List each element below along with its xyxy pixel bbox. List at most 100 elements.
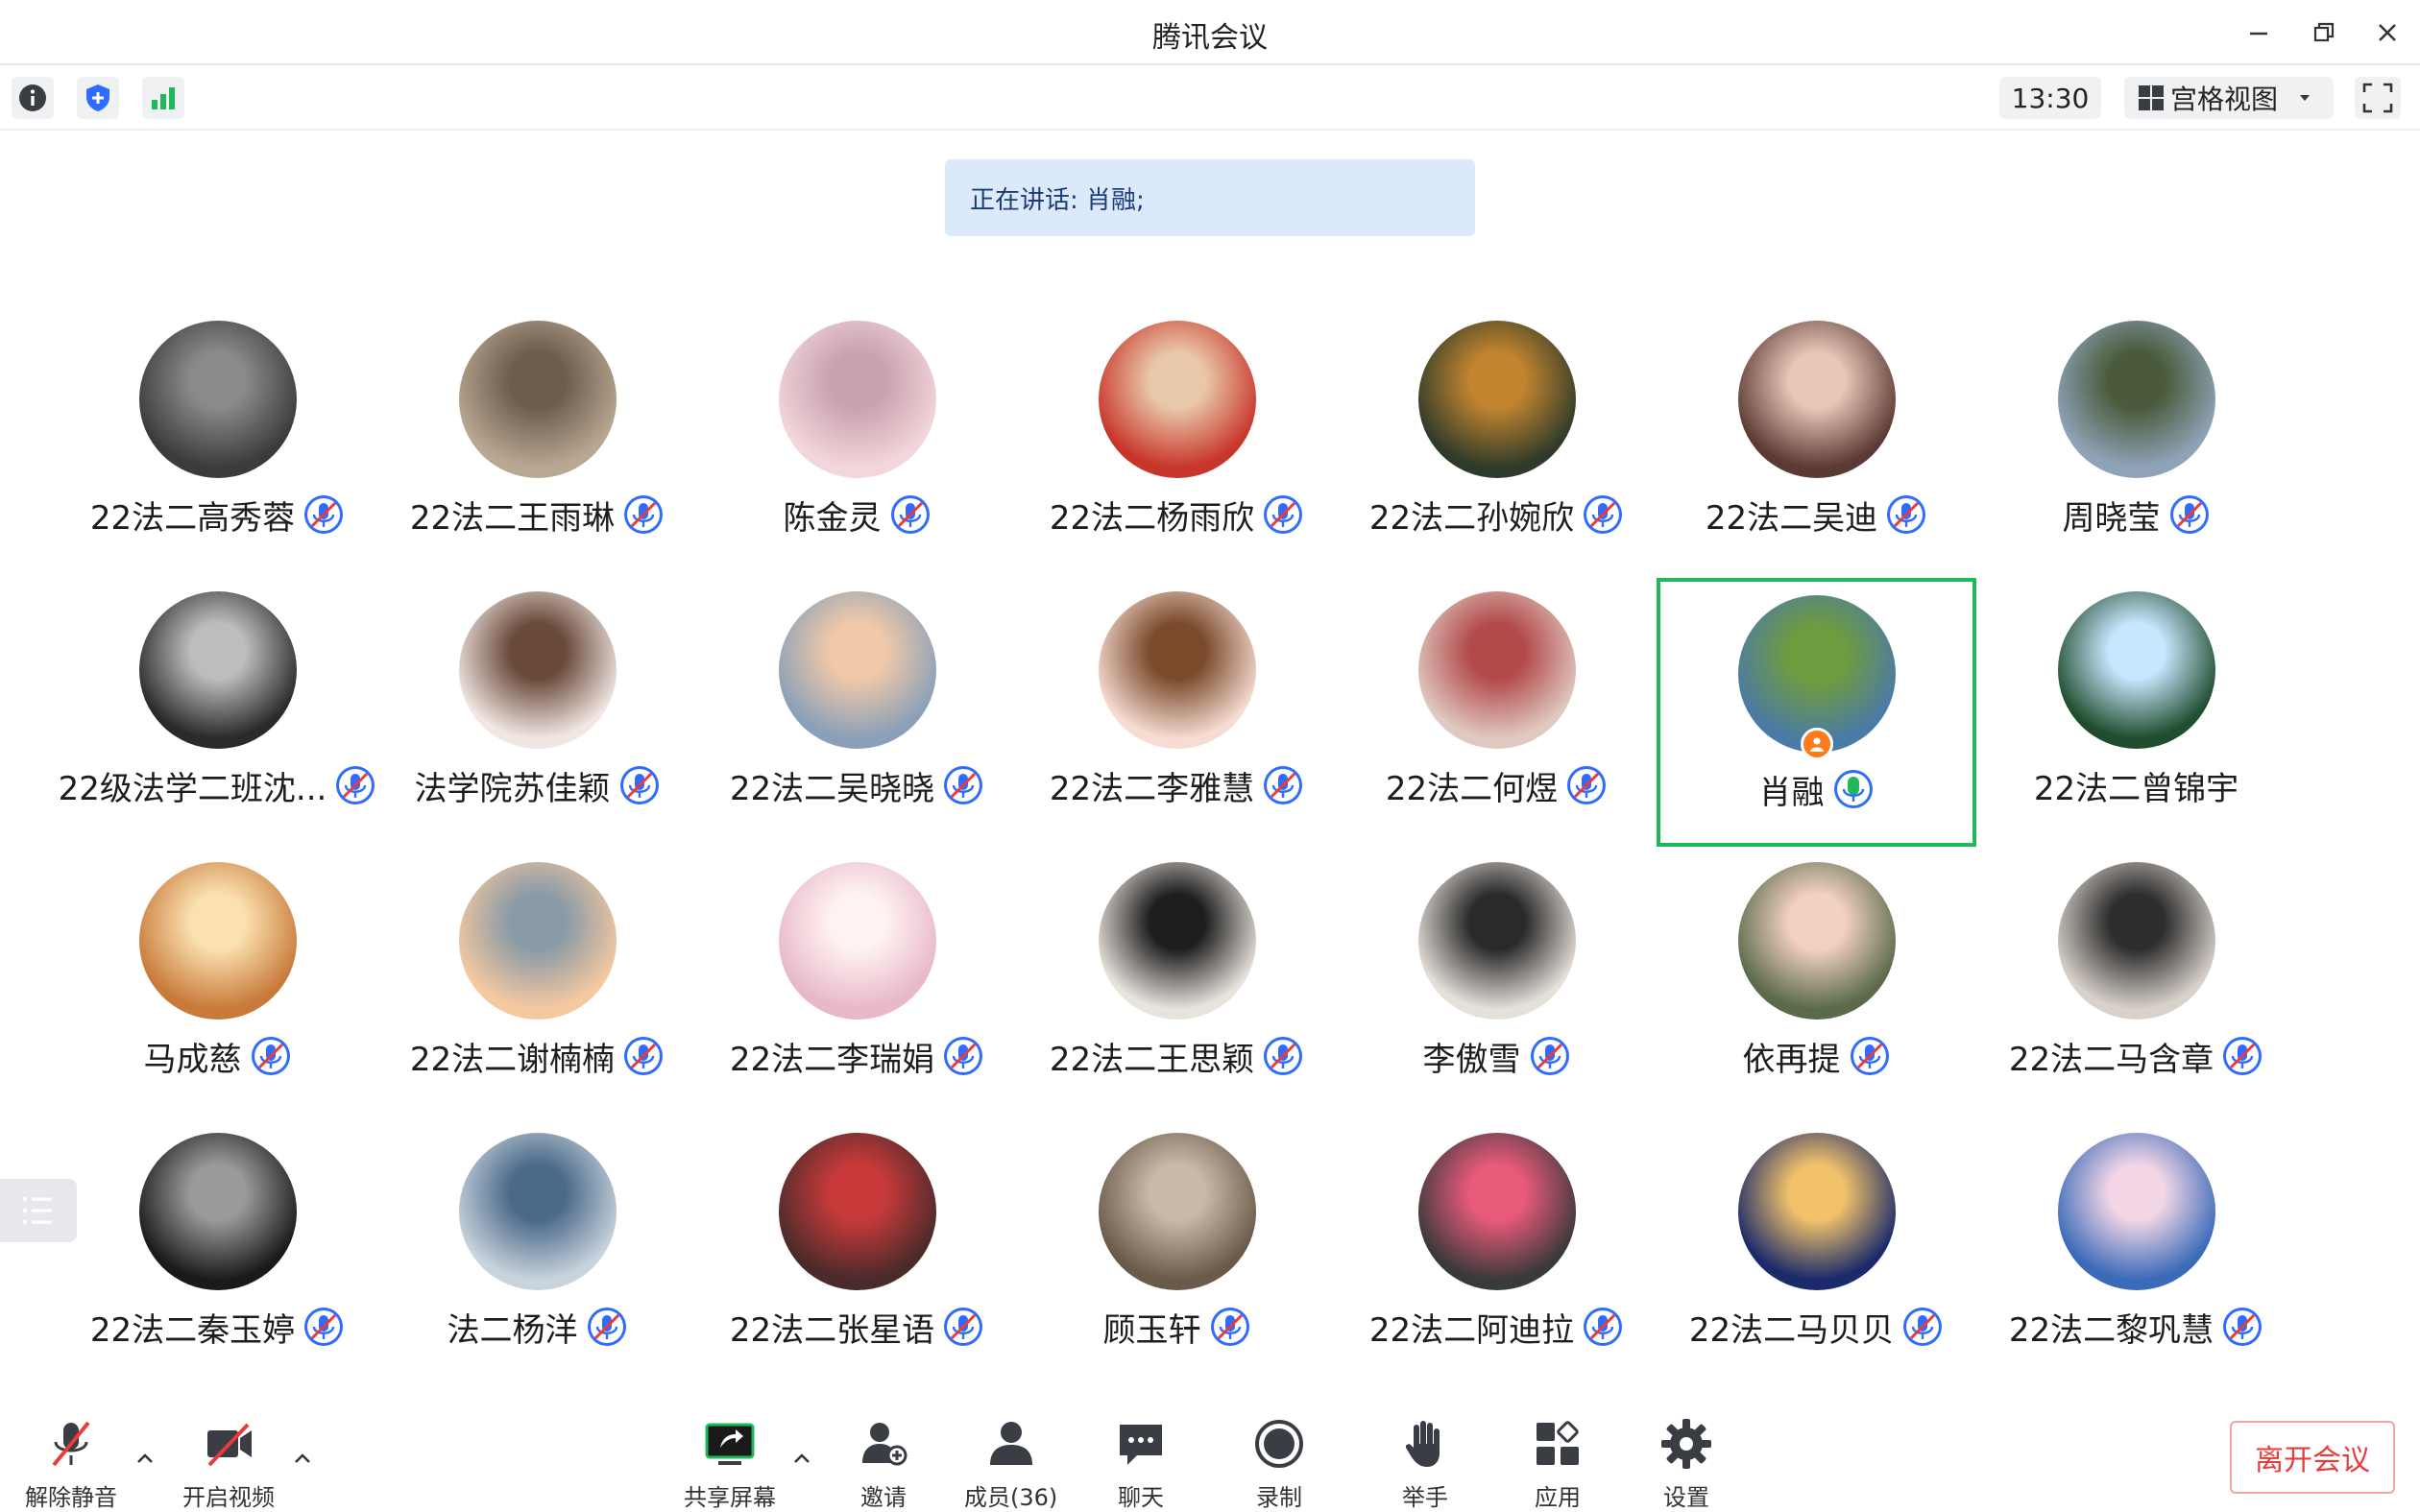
participant-tile[interactable]: 法学院苏佳颖 — [377, 578, 697, 847]
view-mode-button[interactable]: 宫格视图 — [2124, 77, 2334, 119]
host-badge-icon — [1800, 728, 1833, 760]
side-panel-toggle[interactable] — [0, 1179, 77, 1242]
participant-name: 马成慈 — [143, 1040, 242, 1079]
participant-tile[interactable]: 22法二谢楠楠 — [377, 849, 697, 1117]
participant-tile[interactable]: 陈金灵 — [697, 307, 1017, 576]
audio-options-chevron-icon[interactable] — [133, 1446, 157, 1471]
participant-tile[interactable]: 依再提 — [1657, 849, 1976, 1117]
participant-tile[interactable]: 22法二王思颖 — [1017, 849, 1337, 1117]
minimize-icon — [2250, 32, 2267, 36]
title-bar: 腾讯会议 — [0, 0, 2420, 63]
participant-tile[interactable]: 22法二黎巩慧 — [1976, 1119, 2296, 1388]
participant-name-row: 22法二王思颖 — [1017, 1033, 1337, 1079]
participant-name-row: 22法二高秀蓉 — [58, 492, 377, 538]
restore-button[interactable] — [2305, 13, 2343, 52]
mic-active-icon — [1833, 770, 1873, 808]
participant-name-row: 22法二马贝贝 — [1657, 1304, 1976, 1350]
avatar — [458, 321, 617, 478]
participant-tile[interactable]: 22法二李雅慧 — [1017, 578, 1337, 847]
settings-button[interactable]: 设置 — [1658, 1415, 1715, 1512]
participant-tile[interactable]: 22法二吴迪 — [1657, 307, 1976, 576]
close-button[interactable] — [2368, 13, 2407, 52]
grid-view-icon — [2139, 85, 2164, 110]
mic-muted-icon — [890, 495, 930, 534]
speaking-indicator: 正在讲话: 肖融; — [945, 159, 1475, 236]
record-button[interactable]: 录制 — [1250, 1415, 1308, 1512]
participant-tile[interactable]: 22法二何煜 — [1337, 578, 1657, 847]
unmute-button[interactable]: 解除静音 — [25, 1415, 117, 1512]
participant-name-row: 顾玉轩 — [1017, 1304, 1337, 1350]
participant-name: 依再提 — [1742, 1040, 1841, 1079]
participant-name: 22法二秦玉婷 — [89, 1310, 296, 1350]
participant-tile[interactable]: 22法二王雨琳 — [377, 307, 697, 576]
avatar — [1417, 321, 1576, 478]
participant-tile[interactable]: 22级法学二班沈... — [58, 578, 377, 847]
avatar — [778, 1133, 936, 1290]
participant-name: 22法二阿迪拉 — [1368, 1310, 1575, 1350]
bottom-toolbar: 解除静音 开启视频 共享屏幕 邀请 成员(36) 聊天 录制 举手 应用 设置 … — [0, 1392, 2420, 1511]
avatar — [778, 591, 936, 749]
participant-name-row: 22法二阿迪拉 — [1337, 1304, 1657, 1350]
participant-name: 22法二何煜 — [1385, 769, 1559, 808]
participant-tile[interactable]: 22法二吴晓晓 — [697, 578, 1017, 847]
network-status-button[interactable] — [142, 77, 184, 119]
avatar — [2057, 591, 2215, 749]
participant-tile[interactable]: 周晓莹 — [1976, 307, 2296, 576]
security-button[interactable] — [77, 77, 119, 119]
minimize-button[interactable] — [2239, 13, 2278, 52]
mic-muted-icon — [52, 1421, 90, 1467]
fullscreen-button[interactable] — [2355, 77, 2401, 119]
mic-muted-icon — [1264, 495, 1303, 534]
participant-tile[interactable]: 肖融 — [1657, 578, 1976, 847]
participant-tile[interactable]: 22法二秦玉婷 — [58, 1119, 377, 1388]
participant-tile[interactable]: 22法二马含章 — [1976, 849, 2296, 1117]
invite-button[interactable]: 邀请 — [855, 1415, 912, 1512]
leave-meeting-button[interactable]: 离开会议 — [2230, 1421, 2395, 1494]
mic-muted-icon — [619, 766, 659, 804]
avatar — [458, 1133, 617, 1290]
avatar — [1417, 591, 1576, 749]
avatar — [138, 321, 297, 478]
chat-button[interactable]: 聊天 — [1112, 1415, 1170, 1512]
avatar — [778, 321, 936, 478]
participant-name-row: 依再提 — [1657, 1033, 1976, 1079]
participant-tile[interactable]: 李傲雪 — [1337, 849, 1657, 1117]
mic-muted-icon — [624, 1037, 664, 1075]
list-icon — [22, 1196, 52, 1225]
participant-name-row: 22级法学二班沈... — [58, 762, 377, 808]
participant-tile[interactable]: 22法二孙婉欣 — [1337, 307, 1657, 576]
unmute-label: 解除静音 — [25, 1484, 117, 1511]
participant-tile[interactable]: 22法二马贝贝 — [1657, 1119, 1976, 1388]
participant-tile[interactable]: 22法二高秀蓉 — [58, 307, 377, 576]
apps-button[interactable]: 应用 — [1529, 1415, 1586, 1512]
participant-name: 22法二黎巩慧 — [2008, 1310, 2214, 1350]
mic-muted-icon — [2169, 495, 2209, 534]
participant-name-row: 22法二李瑞娟 — [697, 1033, 1017, 1079]
participant-tile[interactable]: 顾玉轩 — [1017, 1119, 1337, 1388]
participant-tile[interactable]: 22法二阿迪拉 — [1337, 1119, 1657, 1388]
share-screen-button[interactable]: 共享屏幕 — [684, 1415, 776, 1512]
meeting-info-button[interactable] — [12, 77, 54, 119]
participant-name: 22法二张星语 — [729, 1310, 935, 1350]
avatar — [458, 591, 617, 749]
avatar — [1417, 1133, 1576, 1290]
start-video-button[interactable]: 开启视频 — [182, 1415, 275, 1512]
video-off-icon — [207, 1423, 252, 1467]
share-options-chevron-icon[interactable] — [789, 1446, 814, 1471]
record-label: 录制 — [1256, 1484, 1302, 1511]
record-icon — [1255, 1420, 1303, 1468]
participant-tile[interactable]: 22法二杨雨欣 — [1017, 307, 1337, 576]
video-options-chevron-icon[interactable] — [290, 1446, 315, 1471]
mic-muted-icon — [1584, 495, 1623, 534]
participant-name: 22法二高秀蓉 — [89, 498, 296, 538]
raise-hand-button[interactable]: 举手 — [1396, 1415, 1454, 1512]
participant-tile[interactable]: 22法二张星语 — [697, 1119, 1017, 1388]
participant-tile[interactable]: 22法二曾锦宇 — [1976, 578, 2296, 847]
participant-name-row: 22法二秦玉婷 — [58, 1304, 377, 1350]
participant-tile[interactable]: 马成慈 — [58, 849, 377, 1117]
mic-muted-icon — [304, 495, 344, 534]
participant-tile[interactable]: 法二杨洋 — [377, 1119, 697, 1388]
participant-name: 22法二谢楠楠 — [409, 1040, 616, 1079]
participant-tile[interactable]: 22法二李瑞娟 — [697, 849, 1017, 1117]
members-button[interactable]: 成员(36) — [964, 1415, 1057, 1512]
